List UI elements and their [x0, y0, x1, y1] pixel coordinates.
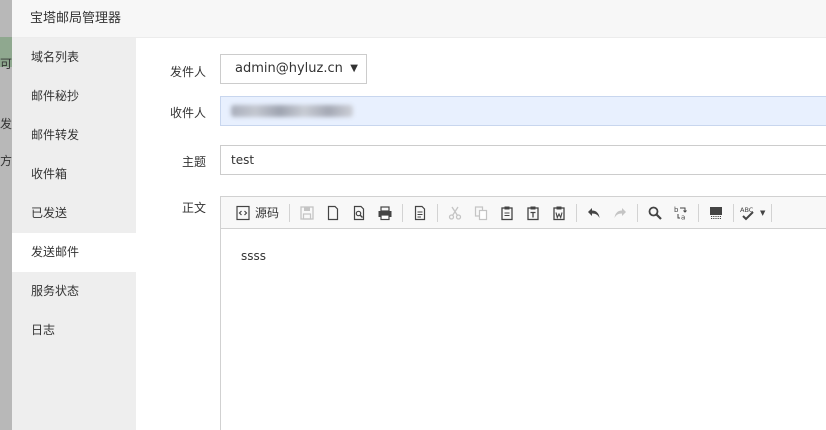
svg-text:a: a [681, 213, 685, 221]
select-all-button[interactable] [705, 202, 727, 224]
sidebar-item-inbox[interactable]: 收件箱 [12, 155, 136, 194]
redo-button[interactable] [609, 202, 631, 224]
subject-input[interactable]: test [220, 145, 826, 175]
sidebar-item-mail-bcc[interactable]: 邮件秘抄 [12, 77, 136, 116]
sidebar-item-mail-forward[interactable]: 邮件转发 [12, 116, 136, 155]
chevron-down-icon: ▼ [350, 63, 358, 74]
source-icon [236, 205, 250, 220]
cut-icon [448, 206, 462, 220]
send-mail-form: 发件人 admin@hyluz.cn ▼ 收件人 主题 test 正文 源码 b… [136, 38, 826, 430]
save-button[interactable] [296, 202, 318, 224]
background-text: 方 [0, 154, 12, 168]
chevron-down-icon: ▼ [760, 208, 766, 217]
toolbar-separator [637, 203, 639, 222]
sender-value: admin@hyluz.cn [235, 61, 343, 76]
sender-label: 发件人 [169, 65, 206, 79]
body-text: ssss [241, 249, 267, 263]
sender-select[interactable]: admin@hyluz.cn ▼ [220, 54, 367, 84]
paste-word-button[interactable] [548, 202, 570, 224]
sidebar-item-logs[interactable]: 日志 [12, 311, 136, 350]
preview-button[interactable] [348, 202, 370, 224]
print-icon [378, 205, 392, 220]
sidebar-item-sent[interactable]: 已发送 [12, 194, 136, 233]
recipient-label: 收件人 [169, 106, 206, 120]
undo-button[interactable] [583, 202, 605, 224]
toolbar-separator [402, 203, 404, 222]
save-icon [300, 205, 314, 220]
new-page-icon [327, 205, 339, 220]
templates-icon [414, 205, 426, 220]
toolbar-separator [771, 203, 773, 222]
spellcheck-button[interactable]: ABC ▼ [740, 202, 765, 224]
svg-text:b: b [674, 206, 679, 214]
toolbar-separator [698, 203, 700, 222]
recipient-input[interactable] [220, 96, 826, 126]
dialog-title: 宝塔邮局管理器 [12, 0, 826, 38]
sidebar-item-service-status[interactable]: 服务状态 [12, 272, 136, 311]
preview-icon [353, 205, 365, 220]
background-text: 可 [0, 57, 12, 71]
toolbar-separator [289, 203, 291, 222]
paste-icon [501, 206, 513, 220]
editor-toolbar: 源码 b a ABC ▼ [221, 197, 826, 229]
source-button[interactable]: 源码 [231, 202, 283, 224]
mail-manager-dialog: 宝塔邮局管理器 域名列表 邮件秘抄 邮件转发 收件箱 已发送 发送邮件 服务状态… [12, 0, 826, 430]
paste-text-button[interactable] [522, 202, 544, 224]
replace-button[interactable]: ba [670, 202, 692, 224]
paste-button[interactable] [496, 202, 518, 224]
undo-icon [588, 207, 600, 218]
toolbar-separator [437, 203, 439, 222]
spellcheck-icon: ABC [740, 206, 754, 220]
background-page: 可 发 方 [0, 0, 12, 430]
background-text: 发 [0, 117, 12, 131]
replace-icon: ba [674, 206, 687, 221]
cut-button[interactable] [444, 202, 466, 224]
copy-button[interactable] [470, 202, 492, 224]
sidebar-item-domain-list[interactable]: 域名列表 [12, 38, 136, 77]
sidebar: 域名列表 邮件秘抄 邮件转发 收件箱 已发送 发送邮件 服务状态 日志 [12, 38, 136, 430]
find-icon [648, 206, 662, 220]
toolbar-separator [733, 203, 735, 222]
toolbar-separator [576, 203, 578, 222]
rich-text-editor: 源码 b a ABC ▼ ssss [220, 196, 826, 430]
paste-text-icon [527, 206, 539, 220]
find-button[interactable] [644, 202, 666, 224]
redacted-recipient [231, 105, 353, 117]
templates-button[interactable] [409, 202, 431, 224]
body-label: 正文 [181, 201, 206, 215]
source-label: 源码 [255, 206, 280, 220]
print-button[interactable] [374, 202, 396, 224]
editor-body[interactable]: ssss [221, 229, 826, 263]
subject-label: 主题 [181, 155, 206, 169]
copy-icon [474, 205, 488, 220]
paste-word-icon [553, 206, 565, 220]
new-page-button[interactable] [322, 202, 344, 224]
redo-icon [614, 207, 627, 218]
select-all-icon [710, 206, 723, 219]
sidebar-item-send-mail[interactable]: 发送邮件 [12, 233, 136, 272]
